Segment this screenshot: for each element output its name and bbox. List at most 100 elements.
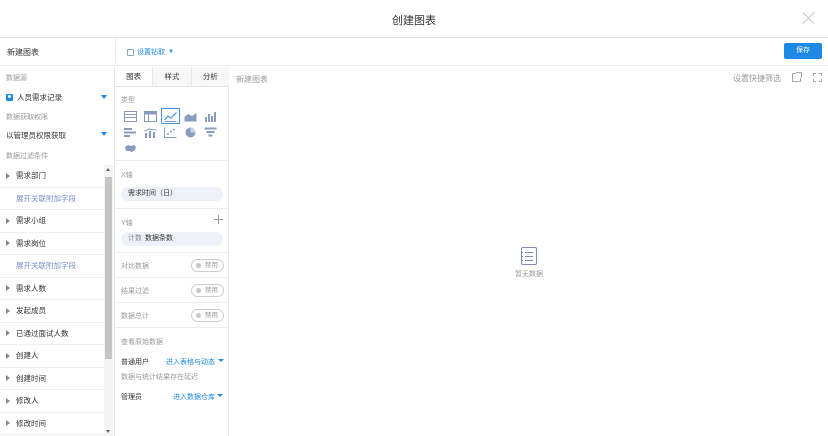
filter-item[interactable]: 需求人数 (0, 278, 104, 300)
fullscreen-icon[interactable] (813, 73, 822, 82)
combo-chart-icon[interactable] (141, 124, 160, 140)
chart-type-grid (121, 108, 221, 156)
expand-related-fields-link[interactable]: 展开关联附加字段 (0, 255, 104, 278)
data-panel: 数据源 人员需求记录 数据获取权限 以管理员权限获取 数据过滤条件 需求部门 展… (0, 67, 115, 436)
caret-right-icon (6, 240, 10, 247)
permission-value: 以管理员权限获取 (6, 131, 66, 140)
pie-chart-icon[interactable] (181, 124, 200, 140)
datasource-select[interactable]: 人员需求记录 (6, 91, 109, 103)
caret-right-icon (6, 420, 10, 427)
quick-filter-button[interactable]: 设置快捷筛选 (733, 73, 781, 84)
chart-type-label: 类型 (121, 97, 135, 104)
filter-item[interactable]: 已通过面试人数 (0, 323, 104, 345)
create-chart-dialog: 创建图表 新建图表 设置钻取 ▼ 保存 数据源 人员需求记录 数据获取权限 以管… (0, 0, 828, 436)
save-button[interactable]: 保存 (784, 43, 822, 59)
empty-state-text: 暂无数据 (515, 271, 543, 278)
map-chart-icon[interactable] (121, 140, 140, 156)
compare-toggle[interactable]: 禁用 (191, 259, 224, 272)
admin-row: 管理员 进入数据仓库 (121, 392, 225, 402)
x-axis-label: X轴 (121, 172, 133, 179)
filter-item[interactable]: 需求部门 (0, 165, 104, 188)
caret-right-icon (6, 352, 10, 359)
scatter-chart-icon[interactable] (161, 124, 180, 140)
admin-select[interactable]: 进入数据仓库 (173, 392, 215, 402)
permission-select[interactable]: 以管理员权限获取 (6, 130, 109, 141)
y-axis-section: Y轴 计数 数据条数 (115, 208, 229, 256)
filter-item[interactable]: 需求小组 (0, 210, 104, 233)
normal-user-label: 普通用户 (121, 359, 149, 366)
line-chart-icon[interactable] (161, 108, 180, 124)
datasource-label: 数据源 (6, 75, 27, 82)
caret-right-icon (6, 397, 10, 404)
result-filter-toggle[interactable]: 禁用 (191, 284, 224, 297)
scroll-up-icon[interactable] (106, 168, 110, 171)
config-tabs: 图表 样式 分析 (115, 67, 229, 87)
dialog-title: 创建图表 (392, 15, 436, 27)
x-axis-field[interactable]: 需求时间（日） (121, 187, 223, 201)
dialog-header: 创建图表 (0, 0, 828, 38)
toolbar: 新建图表 设置钻取 ▼ 保存 (0, 38, 828, 66)
filter-item[interactable]: 创建时间 (0, 368, 104, 390)
filter-item[interactable]: 发起成员 (0, 300, 104, 323)
delay-note: 数据与统计结果存在延迟 (121, 374, 198, 381)
filter-field-list: 需求部门 展开关联附加字段 需求小组 需求岗位 展开关联附加字段 需求人数 发起… (0, 165, 104, 435)
empty-list-icon (521, 247, 537, 265)
caret-right-icon (6, 307, 10, 314)
area-chart-icon[interactable] (181, 108, 200, 124)
chart-preview: 新建图表 设置快捷筛选 暂无数据 (229, 67, 828, 436)
chevron-down-icon (101, 95, 107, 99)
chevron-down-icon (217, 394, 223, 397)
tab-chart[interactable]: 图表 (115, 67, 154, 86)
normal-user-select[interactable]: 进入表格与动态 (166, 357, 215, 367)
caret-right-icon (6, 285, 10, 292)
caret-right-icon (6, 172, 10, 179)
y-axis-label: Y轴 (121, 220, 133, 227)
chart-name-input[interactable]: 新建图表 (7, 47, 39, 58)
compare-row: 对比数据 禁用 (115, 252, 229, 277)
drill-setting-label: 设置钻取 (137, 49, 165, 56)
total-row: 数据总计 禁用 (115, 302, 229, 327)
scroll-down-icon[interactable] (106, 430, 110, 433)
caret-right-icon (6, 217, 10, 224)
external-link-icon[interactable] (792, 72, 802, 82)
bar-chart-icon[interactable] (121, 124, 140, 140)
compare-label: 对比数据 (121, 263, 149, 270)
filter-item[interactable]: 修改时间 (0, 413, 104, 435)
scrollbar-thumb[interactable] (105, 177, 112, 359)
filter-item[interactable]: 需求岗位 (0, 233, 104, 255)
table-icon[interactable] (121, 108, 140, 124)
y-axis-field[interactable]: 计数 数据条数 (121, 232, 223, 246)
close-icon[interactable] (802, 11, 816, 25)
chevron-down-icon (101, 132, 107, 136)
chevron-down-icon: ▼ (168, 49, 174, 55)
column-chart-icon[interactable] (201, 108, 220, 124)
pivot-table-icon[interactable] (141, 108, 160, 124)
filter-item[interactable]: 修改人 (0, 390, 104, 413)
preview-chart-name: 新建图表 (236, 75, 268, 84)
toolbar-divider (115, 38, 116, 66)
drill-icon (127, 48, 134, 56)
permission-label: 数据获取权限 (6, 114, 48, 121)
filter-scrollbar[interactable] (104, 165, 113, 436)
admin-label: 管理员 (121, 394, 142, 401)
chart-config-panel: 图表 样式 分析 类型 X轴 需求时间（日） Y轴 计数 数据条数 对比数据 禁… (115, 67, 229, 436)
normal-user-row: 普通用户 进入表格与动态 (121, 357, 225, 367)
tab-analysis[interactable]: 分析 (191, 67, 229, 86)
filter-item[interactable]: 创建人 (0, 345, 104, 368)
caret-right-icon (6, 375, 10, 382)
drill-setting-button[interactable]: 设置钻取 ▼ (127, 47, 174, 57)
expand-related-fields-link[interactable]: 展开关联附加字段 (0, 188, 104, 210)
result-filter-label: 结果过滤 (121, 288, 149, 295)
x-axis-section: X轴 需求时间（日） (115, 160, 229, 208)
form-icon (6, 93, 13, 101)
caret-right-icon (6, 330, 10, 337)
total-label: 数据总计 (121, 313, 149, 320)
chevron-down-icon (218, 359, 224, 362)
filter-label: 数据过滤条件 (6, 153, 48, 160)
total-toggle[interactable]: 禁用 (191, 309, 224, 322)
add-y-field-icon[interactable] (214, 215, 223, 224)
funnel-chart-icon[interactable] (201, 124, 220, 140)
raw-data-label: 查看原始数据 (121, 339, 163, 346)
result-filter-row: 结果过滤 禁用 (115, 277, 229, 302)
tab-style[interactable]: 样式 (153, 67, 192, 86)
